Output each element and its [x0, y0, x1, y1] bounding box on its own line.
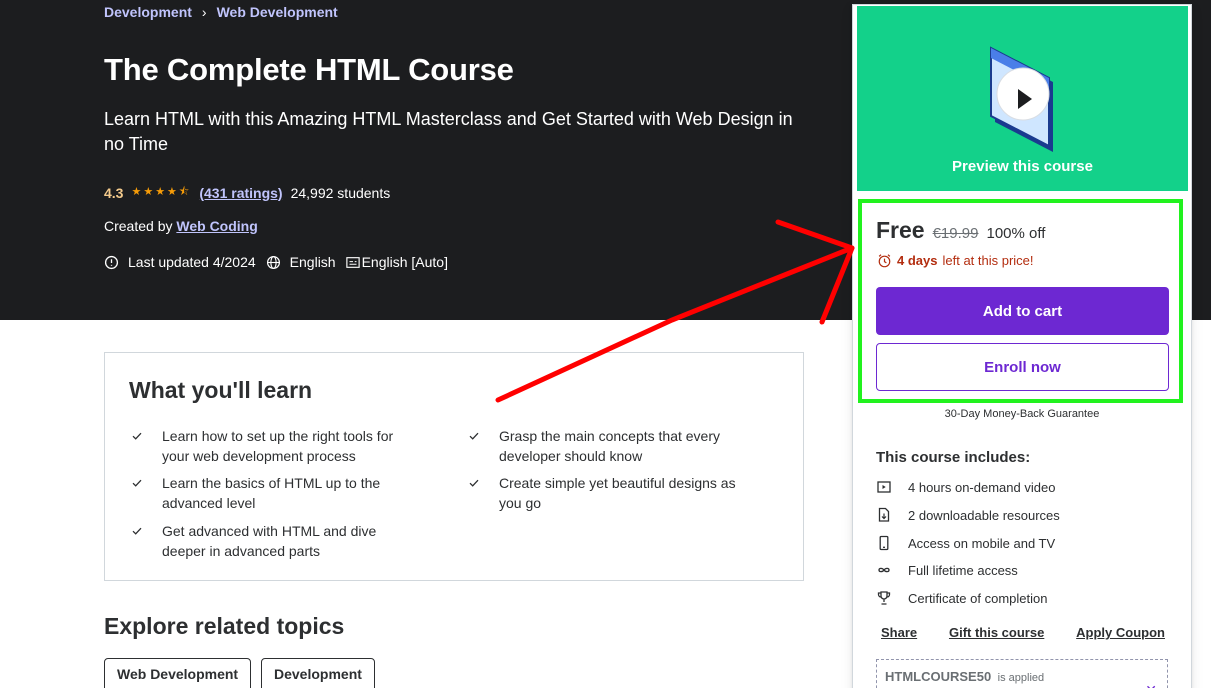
last-updated: Last updated 4/2024: [104, 254, 256, 270]
breadcrumb: Development › Web Development: [104, 4, 338, 20]
learn-item: Learn the basics of HTML up to the advan…: [130, 473, 420, 513]
timer-days: 4 days: [897, 253, 938, 268]
rating-value: 4.3: [104, 184, 124, 201]
ratings-count-link[interactable]: (431 ratings): [199, 185, 282, 201]
learn-item-text: Create simple yet beautiful designs as y…: [499, 475, 736, 511]
star-rating-icon: ★★★★⯪: [131, 186, 192, 198]
alarm-clock-icon: [878, 254, 891, 268]
current-price: Free: [876, 217, 925, 243]
check-icon: [132, 479, 142, 487]
closed-captions-icon: [345, 256, 360, 268]
check-icon: [469, 479, 479, 487]
download-file-icon: [878, 507, 890, 522]
language: English: [266, 254, 336, 270]
price-timer: 4 days left at this price!: [877, 253, 1034, 268]
created-by: Created by Web Coding: [104, 218, 258, 234]
alert-clock-icon: [104, 255, 119, 269]
created-by-label: Created by: [104, 218, 173, 234]
course-title: The Complete HTML Course: [104, 52, 514, 87]
coupon-code: HTMLCOURSE50: [885, 669, 992, 684]
include-item-label: Certificate of completion: [908, 590, 1048, 606]
topic-chip-web-development[interactable]: Web Development: [104, 658, 252, 688]
include-item-label: Full lifetime access: [908, 562, 1018, 578]
applied-coupon: HTMLCOURSE50 is applied ✕: [876, 659, 1168, 688]
learn-item: Grasp the main concepts that every devel…: [467, 426, 757, 466]
include-item-label: 4 hours on-demand video: [908, 479, 1056, 495]
include-item-mobile: Access on mobile and TV: [876, 535, 1055, 551]
gift-course-link[interactable]: Gift this course: [949, 625, 1044, 640]
include-item-certificate: Certificate of completion: [876, 590, 1047, 606]
money-back-guarantee: 30-Day Money-Back Guarantee: [944, 408, 1100, 420]
captions: English [Auto]: [345, 254, 448, 270]
breadcrumb-development[interactable]: Development: [104, 4, 192, 20]
include-item-video: 4 hours on-demand video: [876, 479, 1055, 495]
include-item-downloads: 2 downloadable resources: [876, 507, 1060, 523]
captions-text: English [Auto]: [361, 254, 448, 270]
what-you-will-learn: What you'll learn Learn how to set up th…: [104, 352, 804, 581]
learn-item-text: Get advanced with HTML and dive deeper i…: [162, 523, 377, 559]
sidebar-actions: Share Gift this course Apply Coupon: [881, 625, 1165, 640]
learn-title: What you'll learn: [129, 377, 313, 403]
discount-percentage: 100% off: [986, 225, 1046, 242]
includes-title: This course includes:: [876, 449, 1031, 466]
purchase-sidebar: Preview this course Free €19.99 100% off…: [852, 4, 1192, 688]
author-link[interactable]: Web Coding: [176, 218, 257, 234]
learn-item: Create simple yet beautiful designs as y…: [467, 473, 757, 513]
check-icon: [132, 527, 142, 535]
topic-chip-development[interactable]: Development: [261, 658, 375, 688]
video-icon: [877, 481, 891, 493]
enroll-now-button[interactable]: Enroll now: [876, 343, 1169, 391]
rating-row: 4.3 ★★★★⯪ (431 ratings) 24,992 students: [104, 183, 390, 202]
preview-label: Preview this course: [952, 158, 1093, 175]
include-item-label: Access on mobile and TV: [908, 535, 1056, 551]
learn-item: Learn how to set up the right tools for …: [130, 426, 420, 466]
learn-item-text: Grasp the main concepts that every devel…: [499, 428, 720, 464]
breadcrumb-web-development[interactable]: Web Development: [217, 4, 338, 20]
coupon-status: is applied: [997, 672, 1045, 684]
share-link[interactable]: Share: [881, 625, 917, 640]
include-item-lifetime: Full lifetime access: [876, 562, 1018, 578]
include-item-label: 2 downloadable resources: [908, 507, 1060, 523]
trophy-icon: [877, 591, 891, 605]
learn-item-text: Learn how to set up the right tools for …: [162, 428, 394, 464]
price-row: Free €19.99 100% off: [876, 217, 1045, 244]
course-preview[interactable]: Preview this course: [857, 6, 1188, 191]
check-icon: [469, 432, 479, 440]
students-count: 24,992 students: [290, 184, 391, 201]
course-subtitle: Learn HTML with this Amazing HTML Master…: [104, 109, 793, 154]
learn-item: Get advanced with HTML and dive deeper i…: [130, 521, 420, 561]
infinity-icon: [878, 567, 890, 573]
timer-text: left at this price!: [942, 253, 1034, 268]
chevron-right-icon: ›: [201, 4, 207, 20]
mobile-icon: [879, 535, 889, 551]
check-icon: [132, 432, 142, 440]
globe-icon: [266, 255, 280, 269]
apply-coupon-link[interactable]: Apply Coupon: [1076, 625, 1165, 640]
last-updated-text: Last updated 4/2024: [128, 254, 256, 270]
add-to-cart-button[interactable]: Add to cart: [876, 287, 1169, 335]
language-text: English: [289, 254, 336, 270]
learn-item-text: Learn the basics of HTML up to the advan…: [162, 475, 381, 511]
related-topics-title: Explore related topics: [104, 613, 345, 639]
remove-coupon-icon[interactable]: ✕: [1145, 682, 1157, 688]
course-meta: Last updated 4/2024 English English [Aut…: [104, 254, 458, 270]
play-icon[interactable]: [1009, 84, 1039, 114]
original-price: €19.99: [932, 225, 979, 242]
